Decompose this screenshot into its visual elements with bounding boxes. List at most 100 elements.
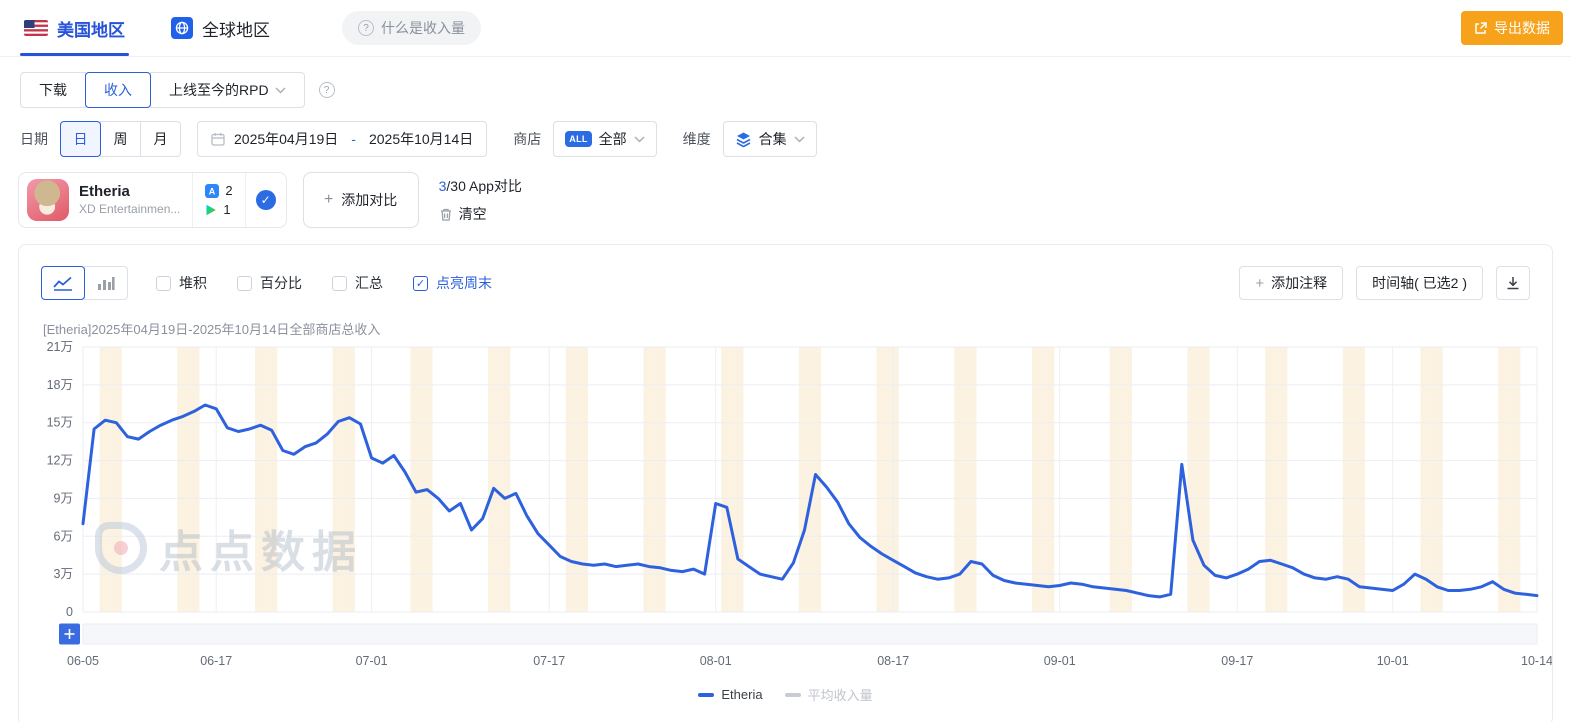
x-axis-label: 09-17 [1221, 654, 1253, 668]
metric-row: 下载 收入 上线至今的RPD ? [0, 57, 1571, 108]
legend-item-etheria[interactable]: Etheria [698, 687, 762, 702]
plus-icon: + [324, 191, 333, 209]
checkbox-label: 堆积 [179, 273, 207, 293]
android-count: 1 [223, 202, 230, 217]
layers-icon [735, 131, 752, 148]
checkbox-icon: ✓ [156, 276, 171, 291]
revenue-help-pill[interactable]: ? 什么是收入量 [342, 11, 481, 45]
google-play-icon [205, 204, 217, 216]
x-axis-label: 07-01 [356, 654, 388, 668]
metric-segmented-control: 下载 收入 上线至今的RPD [20, 72, 305, 108]
add-annotation-button[interactable]: + 添加注释 [1239, 266, 1343, 300]
app-store-icon: A [205, 184, 219, 198]
legend-label: Etheria [721, 687, 762, 702]
chevron-down-icon [794, 136, 805, 143]
trash-icon [439, 207, 453, 222]
checkbox-highlight-weekend[interactable]: ✓ 点亮周末 [413, 273, 492, 293]
revenue-chart-svg: 21万18万15万12万9万6万3万006-0506-1707-0107-170… [37, 340, 1553, 674]
bar-chart-button[interactable] [84, 266, 128, 300]
x-axis-label: 06-17 [200, 654, 232, 668]
app-avatar [27, 179, 69, 221]
chevron-down-icon [275, 87, 286, 94]
compare-counter: 3/30 App对比 [439, 176, 522, 196]
app-card-etheria[interactable]: Etheria XD Entertainmen... A 2 [18, 172, 287, 228]
date-range-picker[interactable]: 2025年04月19日 - 2025年10月14日 [197, 121, 487, 157]
svg-text:A: A [209, 186, 216, 196]
timeline-button[interactable]: 时间轴( 已选2 ) [1356, 266, 1483, 300]
x-axis-label: 08-17 [877, 654, 909, 668]
bar-chart-icon [97, 276, 115, 291]
metric-label: 下载 [39, 80, 67, 100]
datazoom-slider[interactable] [83, 624, 1537, 644]
chart-card: ✓ 堆积 ✓ 百分比 ✓ 汇总 ✓ 点亮周末 + 添加注释 时间轴( 已选2 ) [18, 244, 1553, 722]
checkbox-icon: ✓ [332, 276, 347, 291]
y-axis-label: 3万 [54, 567, 73, 581]
date-filter-label: 日期 [20, 129, 48, 149]
tab-label: 全球地区 [202, 16, 270, 41]
all-store-badge-icon: ALL [565, 131, 591, 147]
add-compare-label: 添加对比 [341, 190, 397, 210]
granularity-label: 周 [114, 129, 128, 149]
add-compare-button[interactable]: + 添加对比 [303, 172, 419, 228]
metric-tab-downloads[interactable]: 下载 [20, 72, 86, 108]
clear-label: 清空 [459, 204, 487, 224]
top-header: 美国地区 全球地区 ? 什么是收入量 导出数据 [0, 0, 1571, 57]
checkbox-summary[interactable]: ✓ 汇总 [332, 273, 383, 293]
store-select[interactable]: ALL 全部 [553, 121, 656, 157]
line-chart-icon [53, 276, 73, 291]
legend-label: 平均收入量 [808, 685, 873, 704]
chart-legend: Etheria 平均收入量 [19, 685, 1552, 704]
granularity-day[interactable]: 日 [60, 121, 101, 157]
app-publisher: XD Entertainmen... [79, 202, 180, 218]
export-label: 导出数据 [1494, 18, 1550, 38]
checkbox-label: 百分比 [260, 273, 302, 293]
ios-count: 2 [225, 183, 232, 198]
tab-us-region[interactable]: 美国地区 [24, 0, 125, 56]
legend-marker [785, 693, 801, 697]
y-axis-label: 0 [66, 605, 73, 619]
export-data-button[interactable]: 导出数据 [1461, 11, 1563, 45]
globe-icon [171, 17, 193, 39]
export-icon [1474, 22, 1487, 35]
dimension-select-value: 合集 [759, 129, 787, 149]
download-icon [1506, 276, 1520, 290]
checkbox-stacked[interactable]: ✓ 堆积 [156, 273, 207, 293]
selected-check-icon[interactable]: ✓ [256, 190, 276, 210]
add-annotation-label: 添加注释 [1271, 273, 1327, 293]
clear-compare-button[interactable]: 清空 [439, 204, 522, 224]
checkbox-label: 汇总 [355, 273, 383, 293]
x-axis-label: 06-05 [67, 654, 99, 668]
dimension-filter-label: 维度 [683, 129, 711, 149]
weekend-bands [100, 347, 1521, 612]
line-chart-button[interactable] [41, 266, 85, 300]
metric-tab-revenue[interactable]: 收入 [85, 72, 151, 108]
metric-help-icon[interactable]: ? [319, 82, 335, 98]
metric-tab-rpd[interactable]: 上线至今的RPD [150, 72, 305, 108]
calendar-icon [211, 132, 225, 146]
chart-type-toggle [41, 266, 128, 300]
plus-icon: + [1255, 275, 1264, 292]
chevron-down-icon [634, 136, 645, 143]
y-axis-label: 18万 [47, 378, 73, 392]
legend-item-average-revenue[interactable]: 平均收入量 [785, 685, 873, 704]
date-range-separator: - [347, 131, 360, 147]
tab-global-region[interactable]: 全球地区 [171, 0, 270, 56]
granularity-week[interactable]: 周 [100, 121, 141, 157]
granularity-label: 月 [154, 129, 168, 149]
checkbox-icon: ✓ [237, 276, 252, 291]
granularity-month[interactable]: 月 [140, 121, 181, 157]
download-chart-button[interactable] [1496, 266, 1530, 300]
x-axis-label: 07-17 [533, 654, 565, 668]
dimension-select[interactable]: 合集 [723, 121, 817, 157]
checkbox-label: 点亮周末 [436, 273, 492, 293]
y-axis-label: 9万 [54, 491, 73, 505]
us-flag-icon [24, 20, 48, 36]
metric-label: 收入 [104, 80, 132, 100]
legend-marker [698, 693, 714, 697]
x-axis-label: 10-14 [1521, 654, 1553, 668]
compare-row: Etheria XD Entertainmen... A 2 [0, 157, 1571, 228]
granularity-control: 日 周 月 [60, 121, 181, 157]
checkbox-percentage[interactable]: ✓ 百分比 [237, 273, 302, 293]
y-axis-label: 6万 [54, 529, 73, 543]
chart-area: 21万18万15万12万9万6万3万006-0506-1707-0107-170… [37, 340, 1552, 679]
